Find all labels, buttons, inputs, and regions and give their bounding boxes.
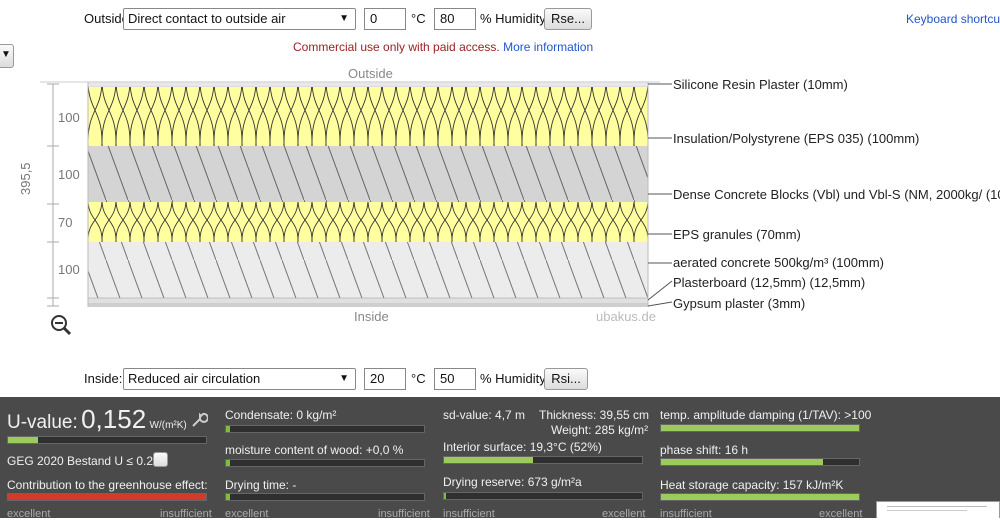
uvalue-unit: W/(m²K): [149, 420, 187, 431]
scale-excellent: excellent: [7, 508, 51, 520]
zoom-out-icon[interactable]: [50, 314, 72, 336]
scale-excellent: excellent: [819, 508, 863, 520]
outside-humidity-unit: % Humidity: [480, 11, 546, 26]
side-menu-toggle[interactable]: ▼: [0, 44, 14, 68]
rse-button[interactable]: Rse...: [544, 8, 592, 30]
inside-temp-unit: °C: [411, 371, 426, 386]
moisture-wood-bar: [225, 459, 425, 467]
dropdown-arrow-icon: ▼: [339, 373, 349, 384]
heat-storage-bar: [660, 493, 860, 501]
interior-surface-bar-fill: [444, 457, 534, 463]
inside-humidity-input[interactable]: 50: [434, 368, 476, 390]
layer-label-4: EPS granules (70mm): [673, 227, 801, 242]
inside-condition-value: Reduced air circulation: [128, 371, 261, 386]
temp-amplitude-label: temp. amplitude damping (1/TAV): >100: [660, 408, 872, 422]
moisture-wood-bar-fill: [226, 460, 230, 466]
outside-condition-select[interactable]: Direct contact to outside air ▼: [123, 8, 356, 30]
thumbnail-line: [887, 510, 967, 511]
scale-excellent: excellent: [225, 508, 269, 520]
total-thickness: 395,5: [18, 162, 33, 195]
inside-caption: Inside: [354, 309, 389, 324]
outside-temp-input[interactable]: 0: [364, 8, 406, 30]
heat-storage-bar-fill: [661, 494, 859, 500]
thumbnail-line: [887, 506, 987, 507]
layer-label-6: Plasterboard (12,5mm) (12,5mm): [673, 275, 866, 290]
drying-reserve-label: Drying reserve: 673 g/m²a: [443, 475, 582, 489]
wrench-icon[interactable]: [190, 411, 208, 429]
moisture-wood-label: moisture content of wood: +0,0 %: [225, 443, 404, 457]
drying-time-bar: [225, 493, 425, 501]
scale-insufficient: insufficient: [378, 508, 430, 520]
interior-surface-label: Interior surface: 19,3°C (52%): [443, 440, 602, 454]
dimension-tick-4: 100: [58, 262, 80, 277]
inside-condition-select[interactable]: Reduced air circulation ▼: [123, 368, 356, 390]
inside-temp-input[interactable]: 20: [364, 368, 406, 390]
inside-label: Inside:: [84, 371, 123, 386]
inside-humidity-unit: % Humidity: [480, 371, 546, 386]
layer-label-3: Dense Concrete Blocks (Vbl) und Vbl-S (N…: [673, 187, 1000, 202]
standard-label: GEG 2020 Bestand U ≤ 0.24: [7, 454, 160, 468]
keyboard-shortcuts-link[interactable]: Keyboard shortcuts: [906, 8, 1000, 30]
wall-cross-section: [40, 81, 660, 307]
scale-insufficient: insufficient: [443, 508, 495, 520]
notice: Commercial use only with paid access. Mo…: [293, 36, 593, 58]
temp-amplitude-bar: [660, 424, 860, 432]
dimension-tick-2: 100: [58, 167, 80, 182]
outside-temp-unit: °C: [411, 11, 426, 26]
temp-amplitude-bar-fill: [661, 425, 859, 431]
scale-excellent: excellent: [602, 508, 646, 520]
phase-shift-bar-fill: [661, 459, 824, 465]
uvalue-bar: [7, 436, 207, 444]
heat-storage-label: Heat storage capacity: 157 kJ/m²K: [660, 478, 844, 492]
uvalue-display: U-value: 0,152 W/(m²K): [7, 404, 187, 435]
condensate-bar-fill: [226, 426, 230, 432]
scale-insufficient: insufficient: [160, 508, 212, 520]
outside-humidity-input[interactable]: 80: [434, 8, 476, 30]
dimension-tick-3: 70: [58, 215, 73, 230]
layer-label-7: Gypsum plaster (3mm): [673, 296, 806, 311]
drying-time-bar-fill: [226, 494, 230, 500]
uvalue-label: U-value:: [7, 412, 78, 433]
uvalue-number: 0,152: [81, 404, 147, 434]
greenhouse-bar-fill: [8, 494, 206, 500]
notice-link[interactable]: More information: [503, 40, 593, 54]
outside-caption: Outside: [348, 66, 393, 81]
condensate-bar: [225, 425, 425, 433]
weight-label: Weight: 285 kg/m²: [551, 423, 649, 437]
dimension-tick-1: 100: [58, 110, 80, 125]
notice-text: Commercial use only with paid access.: [293, 40, 500, 54]
layer-label-5: aerated concrete 500kg/m³ (100mm): [673, 255, 884, 270]
interior-surface-bar: [443, 456, 643, 464]
greenhouse-label: Contribution to the greenhouse effect:: [7, 478, 208, 492]
greenhouse-bar: [7, 493, 207, 501]
drying-time-label: Drying time: -: [225, 478, 297, 492]
drying-reserve-bar-fill: [444, 493, 446, 499]
watermark: ubakus.de: [596, 309, 656, 324]
uvalue-bar-fill: [8, 437, 38, 443]
report-thumbnail[interactable]: [876, 501, 1000, 518]
rsi-button[interactable]: Rsi...: [544, 368, 588, 390]
outside-condition-value: Direct contact to outside air: [128, 11, 286, 26]
sd-value-label: sd-value: 4,7 m: [443, 408, 526, 422]
standard-dropdown-button[interactable]: ▼: [153, 452, 168, 467]
results-panel: U-value: 0,152 W/(m²K) GEG 2020 Bestand …: [0, 397, 1000, 520]
thickness-label: Thickness: 39,55 cm: [539, 408, 650, 422]
drying-reserve-bar: [443, 492, 643, 500]
layer-label-1: Silicone Resin Plaster (10mm): [673, 77, 848, 92]
dropdown-arrow-icon: ▼: [339, 13, 349, 24]
layer-label-2: Insulation/Polystyrene (EPS 035) (100mm): [673, 131, 920, 146]
condensate-label: Condensate: 0 kg/m²: [225, 408, 337, 422]
phase-shift-bar: [660, 458, 860, 466]
phase-shift-label: phase shift: 16 h: [660, 443, 749, 457]
scale-insufficient: insufficient: [660, 508, 712, 520]
